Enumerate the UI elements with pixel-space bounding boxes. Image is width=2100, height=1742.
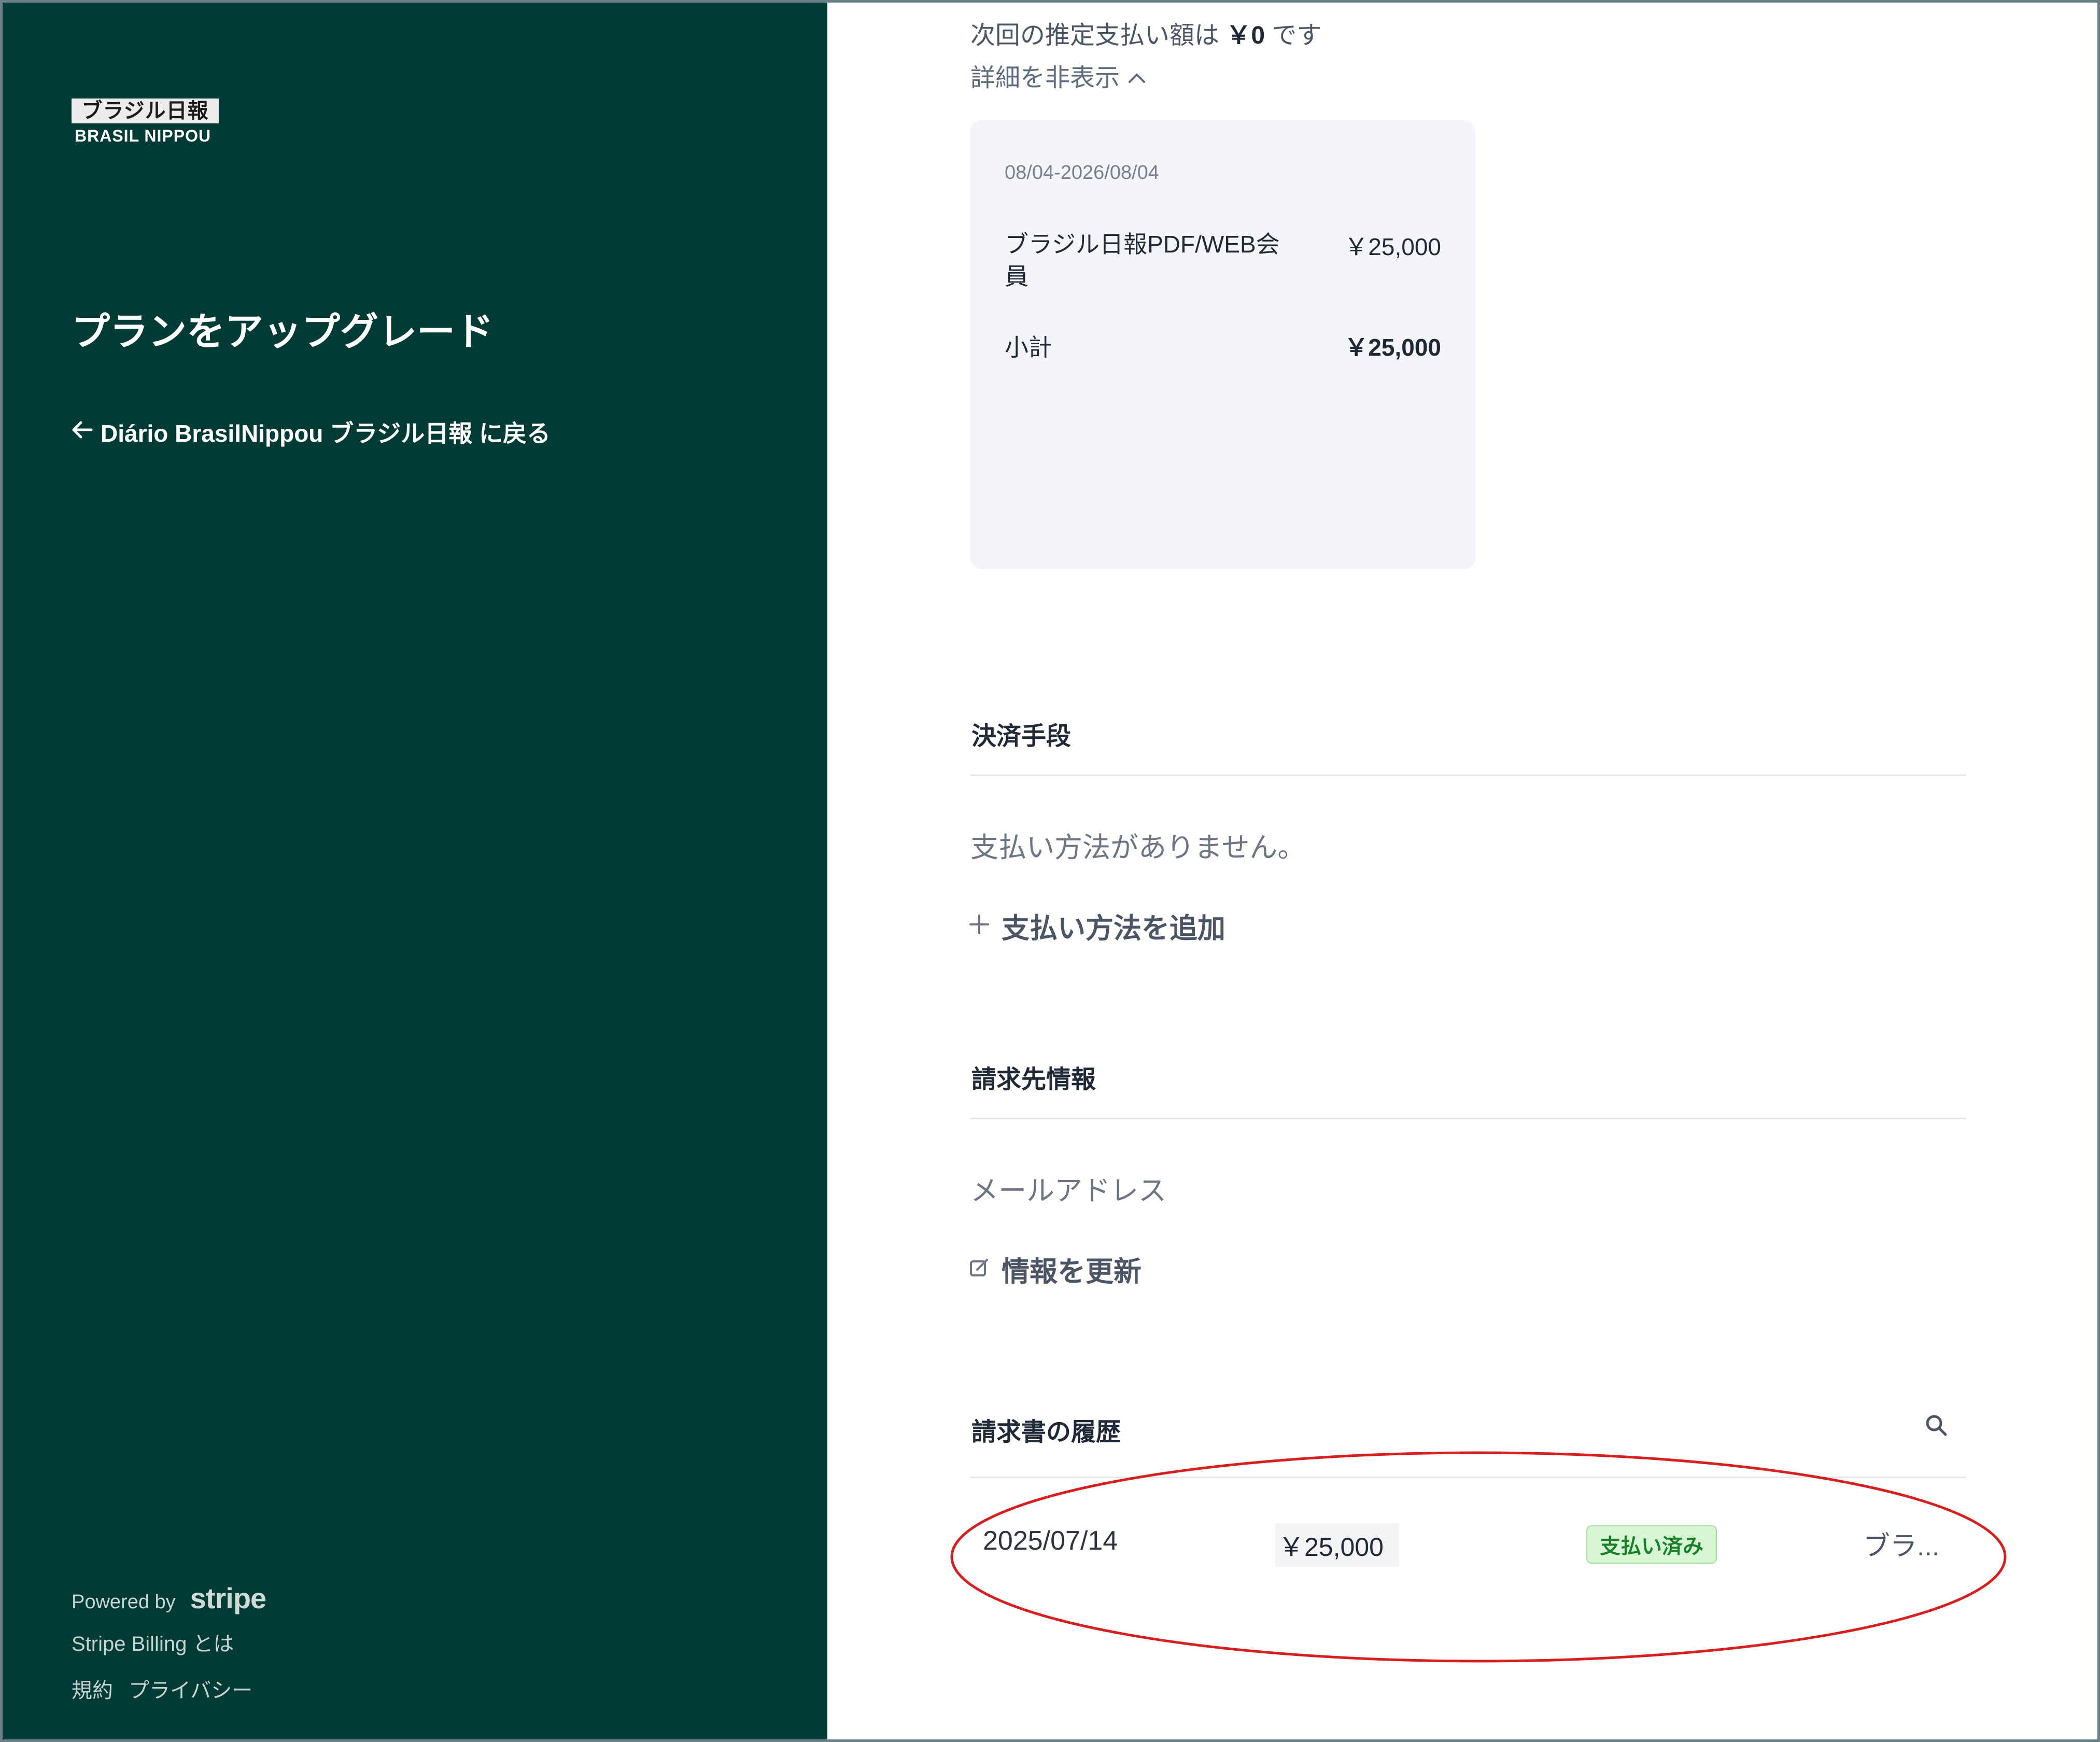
next-payment-suffix: です [1272,22,1322,49]
hide-details-label: 詳細を非表示 [970,64,1120,92]
privacy-link[interactable]: プライバシー [129,1674,252,1704]
upcoming-invoice-card: 08/04-2026/08/04 ブラジル日報PDF/WEB会員 ￥25,000… [970,120,1475,569]
add-payment-method-button[interactable]: 支払い方法を追加 [968,905,1225,946]
back-link[interactable]: Diário BrasilNippou ブラジル日報 に戻る [71,415,551,449]
footer-links: 規約 プライバシー [72,1674,252,1704]
powered-by-label: Powered by [72,1591,176,1613]
search-invoices-button[interactable] [1922,1411,1951,1440]
brand-logo[interactable]: ブラジル日報 BRASIL NIPPOU [72,99,222,150]
main-content: 次回の推定支払い額は ￥0 です 詳細を非表示 08/04-2026/08/04… [827,0,2100,1742]
line-item-name: ブラジル日報PDF/WEB会員 [1005,231,1280,290]
billing-info-heading: 請求先情報 [971,1066,1096,1093]
next-payment-amount: ￥0 [1226,22,1265,49]
page-title: プランをアップグレード [72,310,494,353]
invoice-history-heading: 請求書の履歴 [971,1418,1121,1446]
highlight-ellipse [950,1451,2007,1663]
email-label: メールアドレス [970,1175,1166,1206]
line-item-price: ￥25,000 [1344,233,1441,260]
back-link-label: Diário BrasilNippou ブラジル日報 に戻る [101,420,551,447]
sidebar: ブラジル日報 BRASIL NIPPOU プランをアップグレード Diário … [0,0,827,1742]
divider [970,775,1966,776]
logo-jp-text: ブラジル日報 [72,99,219,123]
edit-icon [968,1253,990,1285]
no-payment-method-text: 支払い方法がありません。 [970,832,1306,863]
arrow-left-icon [71,418,93,446]
powered-by-stripe[interactable]: Powered by stripe [72,1581,266,1615]
add-payment-method-label: 支払い方法を追加 [1002,913,1225,944]
stripe-logo: stripe [190,1582,266,1614]
billing-period: 08/04-2026/08/04 [1005,162,1159,184]
plus-icon [968,910,990,942]
logo-en-text: BRASIL NIPPOU [75,127,212,145]
subtotal-label: 小計 [1005,334,1052,361]
update-info-label: 情報を更新 [1002,1256,1141,1287]
terms-link[interactable]: 規約 [72,1674,113,1704]
search-icon [1922,1415,1951,1442]
payment-method-heading: 決済手段 [971,723,1072,750]
divider [970,1118,1966,1119]
next-payment-prefix: 次回の推定支払い額は [970,22,1220,49]
update-info-button[interactable]: 情報を更新 [968,1248,1141,1289]
stripe-billing-link[interactable]: Stripe Billing とは [72,1627,234,1657]
next-payment-text: 次回の推定支払い額は ￥0 です [970,15,1321,51]
chevron-up-icon [1126,64,1147,92]
subtotal-value: ￥25,000 [1344,334,1441,361]
hide-details-toggle[interactable]: 詳細を非表示 [970,57,1147,93]
